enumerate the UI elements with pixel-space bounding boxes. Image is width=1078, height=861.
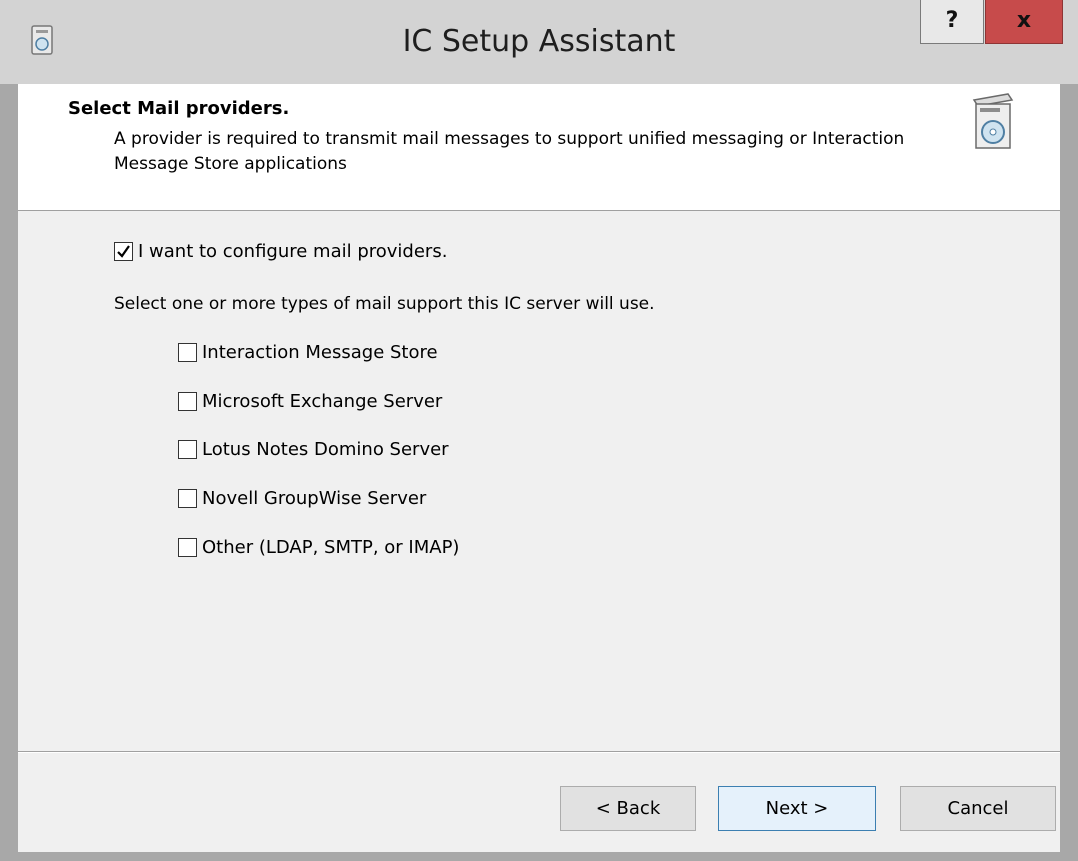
- next-button[interactable]: Next >: [718, 786, 876, 831]
- back-button[interactable]: < Back: [560, 786, 696, 831]
- provider-checkbox[interactable]: [178, 392, 197, 411]
- provider-option-interaction-message-store[interactable]: Interaction Message Store: [178, 342, 438, 363]
- help-button[interactable]: ?: [920, 0, 984, 44]
- configure-mail-providers-checkbox[interactable]: [114, 242, 133, 261]
- dialog-window: IC Setup Assistant ? x Select Mail provi…: [0, 0, 1078, 861]
- wizard-body: I want to configure mail providers. Sele…: [18, 211, 1060, 751]
- provider-option-other[interactable]: Other (LDAP, SMTP, or IMAP): [178, 537, 459, 558]
- title-bar: IC Setup Assistant ? x: [0, 0, 1078, 84]
- configure-mail-providers-label: I want to configure mail providers.: [138, 241, 448, 262]
- provider-option-novell-groupwise[interactable]: Novell GroupWise Server: [178, 488, 426, 509]
- provider-checkbox[interactable]: [178, 538, 197, 557]
- checkmark-icon: [117, 245, 130, 258]
- provider-checkbox[interactable]: [178, 489, 197, 508]
- instruction-text: Select one or more types of mail support…: [114, 294, 655, 314]
- page-description: A provider is required to transmit mail …: [114, 129, 905, 174]
- configure-mail-providers-option[interactable]: I want to configure mail providers.: [114, 241, 447, 262]
- page-title: Select Mail providers.: [68, 98, 290, 119]
- provider-checkbox[interactable]: [178, 343, 197, 362]
- footer-divider-highlight: [18, 752, 1060, 753]
- window-title: IC Setup Assistant: [402, 24, 676, 59]
- close-button[interactable]: x: [985, 0, 1063, 44]
- provider-option-lotus-notes-domino[interactable]: Lotus Notes Domino Server: [178, 439, 449, 460]
- dialog-client-area: Select Mail providers. A provider is req…: [18, 84, 1060, 852]
- provider-label: Microsoft Exchange Server: [202, 391, 443, 412]
- provider-label: Novell GroupWise Server: [202, 488, 427, 509]
- setup-box-icon: [968, 86, 1018, 156]
- provider-label: Lotus Notes Domino Server: [202, 439, 449, 460]
- provider-option-microsoft-exchange[interactable]: Microsoft Exchange Server: [178, 391, 442, 412]
- provider-label: Interaction Message Store: [202, 342, 438, 363]
- wizard-header: Select Mail providers. A provider is req…: [18, 84, 1060, 211]
- provider-checkbox[interactable]: [178, 440, 197, 459]
- provider-label: Other (LDAP, SMTP, or IMAP): [202, 537, 460, 558]
- cancel-button[interactable]: Cancel: [900, 786, 1056, 831]
